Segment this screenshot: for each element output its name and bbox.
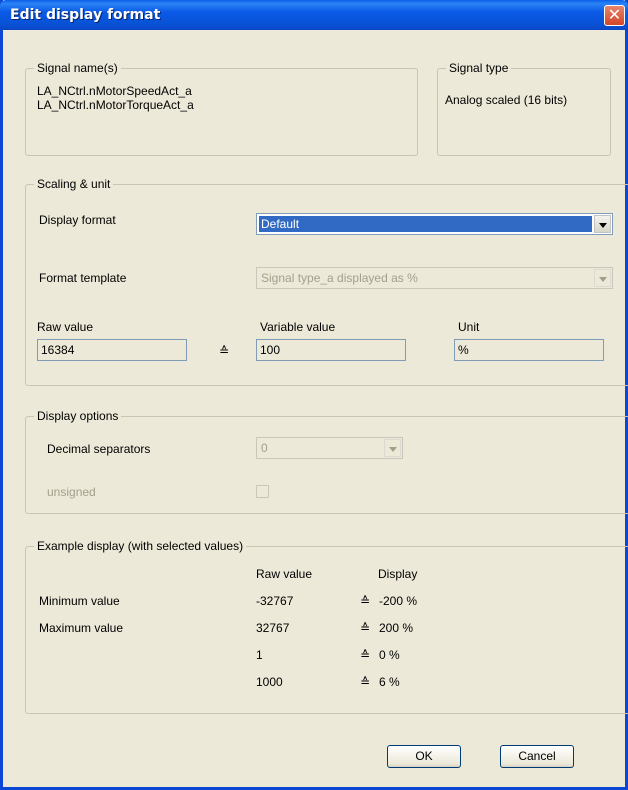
row-raw-maximum: 32767	[256, 621, 290, 635]
unsigned-label: unsigned	[47, 485, 96, 499]
equivalence-icon: ≙	[219, 344, 230, 358]
edit-display-format-dialog: Edit display format ✕ Signal name(s) LA_…	[0, 0, 628, 790]
signal-type-group: Signal type Analog scaled (16 bits)	[437, 61, 611, 156]
row-raw-minimum: -32767	[256, 594, 294, 608]
raw-value-label: Raw value	[37, 320, 94, 334]
signal-type-value: Analog scaled (16 bits)	[445, 93, 568, 107]
display-options-group: Display options Decimal separators 0 uns…	[25, 409, 628, 514]
signal-type-legend: Signal type	[446, 61, 512, 75]
format-template-value: Signal type_a displayed as %	[261, 271, 418, 285]
display-options-legend: Display options	[34, 409, 122, 423]
column-header-display: Display	[378, 567, 418, 581]
unit-field[interactable]: %	[454, 339, 604, 361]
display-format-value: Default	[259, 216, 592, 232]
variable-value-label: Variable value	[260, 320, 336, 334]
column-header-raw-value: Raw value	[256, 567, 313, 581]
signal-names-group: Signal name(s) LA_NCtrl.nMotorSpeedAct_a…	[25, 61, 418, 156]
scaling-unit-legend: Scaling & unit	[34, 177, 114, 191]
format-template-dropdown: Signal type_a displayed as %	[256, 267, 613, 289]
unsigned-checkbox	[256, 485, 269, 498]
display-format-dropdown[interactable]: Default	[256, 213, 613, 235]
row-display-example-1: 0 %	[379, 648, 400, 662]
row-display-example-2: 6 %	[379, 675, 400, 689]
row-label-minimum: Minimum value	[39, 594, 120, 608]
display-format-label: Display format	[39, 213, 116, 227]
ok-button[interactable]: OK	[387, 745, 461, 768]
format-template-label: Format template	[39, 271, 127, 285]
example-display-legend: Example display (with selected values)	[34, 539, 247, 553]
row-display-maximum: 200 %	[379, 621, 414, 635]
equivalence-icon: ≙	[360, 621, 371, 635]
row-raw-example-2: 1000	[256, 675, 283, 689]
close-icon: ✕	[607, 5, 622, 24]
signal-names-legend: Signal name(s)	[34, 61, 121, 75]
close-button[interactable]: ✕	[604, 5, 625, 26]
equivalence-icon: ≙	[360, 594, 371, 608]
chevron-down-icon[interactable]	[594, 215, 611, 233]
equivalence-icon: ≙	[360, 675, 371, 689]
decimal-separators-dropdown: 0	[256, 437, 403, 459]
unit-label: Unit	[458, 320, 480, 334]
scaling-unit-group: Scaling & unit Display format Default Fo…	[25, 177, 628, 386]
dialog-title: Edit display format	[10, 7, 161, 23]
example-display-group: Example display (with selected values) R…	[25, 539, 628, 714]
signal-name-1: LA_NCtrl.nMotorSpeedAct_a	[37, 84, 192, 98]
decimal-separators-label: Decimal separators	[47, 442, 151, 456]
chevron-down-icon	[594, 269, 611, 287]
variable-value-field[interactable]: 100	[256, 339, 406, 361]
title-bar[interactable]: Edit display format ✕	[0, 0, 628, 30]
row-display-minimum: -200 %	[379, 594, 418, 608]
cancel-button[interactable]: Cancel	[500, 745, 574, 768]
raw-value-field[interactable]: 16384	[37, 339, 187, 361]
chevron-down-icon	[384, 439, 401, 457]
row-label-maximum: Maximum value	[39, 621, 124, 635]
equivalence-icon: ≙	[360, 648, 371, 662]
decimal-separators-value: 0	[261, 441, 268, 455]
row-raw-example-1: 1	[256, 648, 263, 662]
signal-name-2: LA_NCtrl.nMotorTorqueAct_a	[37, 98, 194, 112]
